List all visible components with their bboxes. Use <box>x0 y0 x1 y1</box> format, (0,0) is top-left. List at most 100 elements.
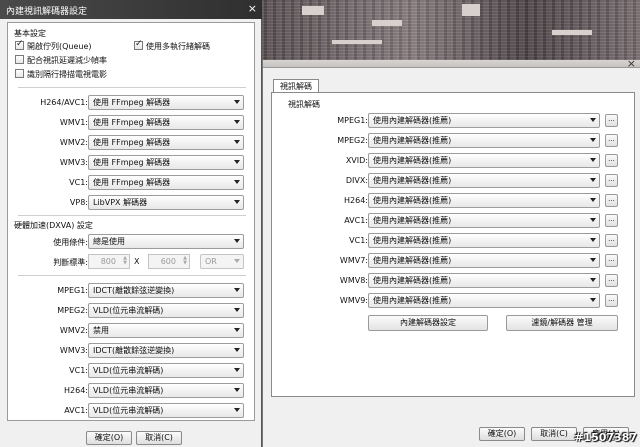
codec-avc1-more-button[interactable]: ... <box>605 214 618 227</box>
codec-row-mpeg2: MPEG2: 使用內建解碼器(推薦) ... <box>272 133 636 149</box>
close-icon[interactable]: × <box>627 57 636 70</box>
decoder-wmv2-select[interactable]: 使用 FFmpeg 解碼器 <box>88 135 244 150</box>
codec-wmv8-more-button[interactable]: ... <box>605 274 618 287</box>
ok-button[interactable]: 確定(O) <box>479 427 525 441</box>
queue-checkbox[interactable]: 開啟佇列(Queue) <box>15 39 125 52</box>
codec-mpeg1-select[interactable]: 使用內建解碼器(推薦) <box>368 113 600 128</box>
chevron-down-icon <box>234 120 240 124</box>
decoder-wmv1-select[interactable]: 使用 FFmpeg 解碼器 <box>88 115 244 130</box>
chevron-down-icon <box>234 328 240 332</box>
close-icon[interactable]: × <box>248 2 257 15</box>
codec-mpeg2-select[interactable]: 使用內建解碼器(推薦) <box>368 133 600 148</box>
checkbox-box <box>15 39 24 50</box>
chevron-down-icon <box>234 200 240 204</box>
decoder-label: WMV3: <box>59 158 88 167</box>
image-watermark: #1507387 <box>574 431 637 444</box>
dxva-row-wmv2: WMV2: 禁用 <box>8 323 256 339</box>
dxva-settings-title: 硬體加速(DXVA) 設定 <box>14 221 93 230</box>
codec-wmv7-select[interactable]: 使用內建解碼器(推薦) <box>368 253 600 268</box>
select-value: IDCT(離散餘弦逆變換) <box>93 286 175 295</box>
dxva-decoder-label: MPEG1: <box>57 286 88 295</box>
codec-divx-select[interactable]: 使用內建解碼器(推薦) <box>368 173 600 188</box>
select-value: VLD(位元串流解碼) <box>93 406 164 415</box>
codec-divx-more-button[interactable]: ... <box>605 174 618 187</box>
dxva-decoder-label: WMV2: <box>59 326 88 335</box>
detect-telecine-checkbox[interactable]: 識別隔行掃描電視電影 <box>15 69 155 80</box>
codec-vc1-select[interactable]: 使用內建解碼器(推薦) <box>368 233 600 248</box>
dxva-avc1-select[interactable]: VLD(位元串流解碼) <box>88 403 244 418</box>
width-spinbox[interactable]: 800 ▲ ▼ <box>88 254 130 269</box>
codec-label: WMV7: <box>339 256 368 265</box>
tab-video-decoding[interactable]: 視訊解碼 <box>273 79 319 93</box>
chevron-down-icon <box>590 198 596 202</box>
spinner-arrows-icon: ▲ ▼ <box>123 255 127 266</box>
decoder-wmv3-select[interactable]: 使用 FFmpeg 解碼器 <box>88 155 244 170</box>
codec-h264-more-button[interactable]: ... <box>605 194 618 207</box>
checkbox-box <box>15 55 24 64</box>
decoder-row-wmv1: WMV1: 使用 FFmpeg 解碼器 <box>8 115 256 131</box>
codec-row-h264: H264: 使用內建解碼器(推薦) ... <box>272 193 636 209</box>
select-value: 使用內建解碼器(推薦) <box>373 296 452 305</box>
decoder-h264-avc1-select[interactable]: 使用 FFmpeg 解碼器 <box>88 95 244 110</box>
select-value: 使用內建解碼器(推薦) <box>373 256 452 265</box>
codec-label: AVC1: <box>344 216 368 225</box>
cancel-button[interactable]: 取消(C) <box>531 427 577 441</box>
decoder-label: VP8: <box>69 198 88 207</box>
builtin-decoder-settings-button[interactable]: 內建解碼器設定 <box>368 315 488 331</box>
select-value: 禁用 <box>93 326 109 335</box>
dxva-row-vc1: VC1: VLD(位元串流解碼) <box>8 363 256 379</box>
codec-xvid-select[interactable]: 使用內建解碼器(推薦) <box>368 153 600 168</box>
divider <box>18 87 246 88</box>
select-value: 使用 FFmpeg 解碼器 <box>93 98 171 107</box>
dxva-mpeg1-select[interactable]: IDCT(離散餘弦逆變換) <box>88 283 244 298</box>
codec-avc1-select[interactable]: 使用內建解碼器(推薦) <box>368 213 600 228</box>
dxva-row-wmv3: WMV3: IDCT(離散餘弦逆變換) <box>8 343 256 359</box>
codec-row-avc1: AVC1: 使用內建解碼器(推薦) ... <box>272 213 636 229</box>
dxva-mpeg2-select[interactable]: VLD(位元串流解碼) <box>88 303 244 318</box>
dxva-wmv3-select[interactable]: IDCT(離散餘弦逆變換) <box>88 343 244 358</box>
divider <box>18 215 246 216</box>
decoder-row-vp8: VP8: LibVPX 解碼器 <box>8 195 256 211</box>
chevron-down-icon <box>234 160 240 164</box>
codec-vc1-more-button[interactable]: ... <box>605 234 618 247</box>
cancel-button[interactable]: 取消(C) <box>136 431 182 445</box>
decoder-vc1-select[interactable]: 使用 FFmpeg 解碼器 <box>88 175 244 190</box>
codec-h264-select[interactable]: 使用內建解碼器(推薦) <box>368 193 600 208</box>
title-bar[interactable]: 內建視訊解碼器設定 × <box>0 0 262 19</box>
dxva-use-select[interactable]: 總是使用 <box>88 234 244 249</box>
codec-wmv9-more-button[interactable]: ... <box>605 294 618 307</box>
dxva-wmv2-select[interactable]: 禁用 <box>88 323 244 338</box>
dxva-decoder-label: WMV3: <box>59 346 88 355</box>
decoder-label: H264/AVC1: <box>40 98 88 107</box>
chevron-down-icon <box>590 258 596 262</box>
height-spinbox[interactable]: 600 ▲ ▼ <box>148 254 190 269</box>
select-value: 使用 FFmpeg 解碼器 <box>93 138 171 147</box>
chevron-down-icon <box>234 308 240 312</box>
select-value: 使用內建解碼器(推薦) <box>373 236 452 245</box>
chevron-down-icon <box>590 178 596 182</box>
reduce-framerate-checkbox[interactable]: 配合視訊延遲減少幀率 <box>15 55 155 66</box>
codec-label: MPEG1: <box>337 116 368 125</box>
filter-decoder-manage-button[interactable]: 濾鏡/解碼器 管理 <box>506 315 618 331</box>
decoder-label: WMV2: <box>59 138 88 147</box>
decoder-row-vc1: VC1: 使用 FFmpeg 解碼器 <box>8 175 256 191</box>
select-value: 總是使用 <box>93 237 125 246</box>
multithread-checkbox[interactable]: 使用多執行緒解碼 <box>134 39 244 52</box>
codec-label: XVID: <box>345 156 368 165</box>
ok-button[interactable]: 確定(O) <box>86 431 132 445</box>
codec-wmv7-more-button[interactable]: ... <box>605 254 618 267</box>
chevron-down-icon <box>234 408 240 412</box>
dxva-vc1-select[interactable]: VLD(位元串流解碼) <box>88 363 244 378</box>
dxva-h264-select[interactable]: VLD(位元串流解碼) <box>88 383 244 398</box>
chevron-down-icon <box>590 158 596 162</box>
chevron-down-icon <box>234 180 240 184</box>
codec-wmv9-select[interactable]: 使用內建解碼器(推薦) <box>368 293 600 308</box>
decoder-vp8-select[interactable]: LibVPX 解碼器 <box>88 195 244 210</box>
select-value: 使用內建解碼器(推薦) <box>373 196 452 205</box>
codec-mpeg1-more-button[interactable]: ... <box>605 114 618 127</box>
dxva-mode-select[interactable]: OR <box>200 254 244 269</box>
codec-xvid-more-button[interactable]: ... <box>605 154 618 167</box>
codec-mpeg2-more-button[interactable]: ... <box>605 134 618 147</box>
chevron-down-icon <box>590 218 596 222</box>
codec-wmv8-select[interactable]: 使用內建解碼器(推薦) <box>368 273 600 288</box>
